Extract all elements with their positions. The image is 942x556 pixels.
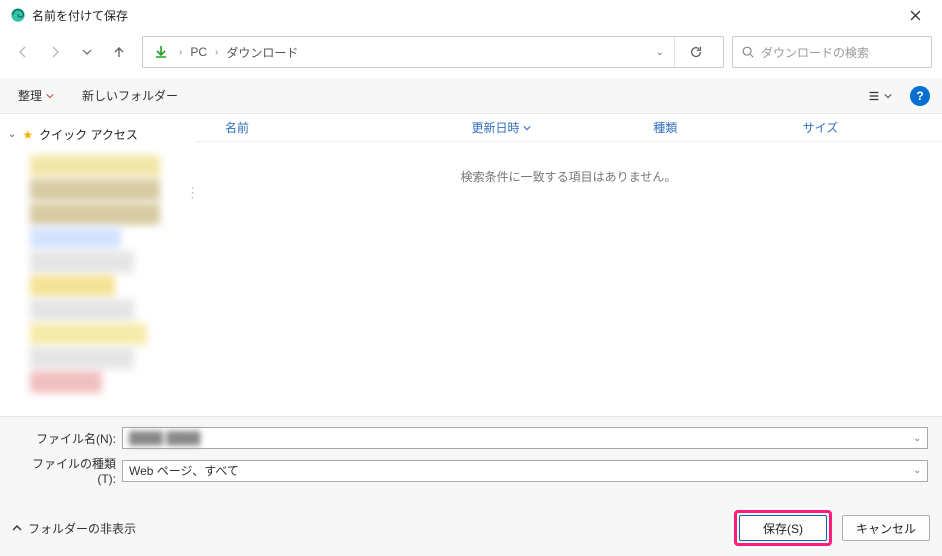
sidebar-item[interactable] xyxy=(30,371,102,393)
breadcrumb-root[interactable]: PC xyxy=(186,43,211,61)
forward-button[interactable] xyxy=(40,38,70,66)
column-date-label: 更新日時 xyxy=(471,119,519,136)
refresh-button[interactable] xyxy=(674,37,717,67)
organize-label: 整理 xyxy=(18,87,42,104)
filename-label: ファイル名(N): xyxy=(14,430,122,447)
view-options-button[interactable] xyxy=(861,85,898,107)
address-bar[interactable]: › PC › ダウンロード ⌄ xyxy=(142,36,724,68)
sidebar-item[interactable] xyxy=(30,179,160,201)
save-button[interactable]: 保存(S) xyxy=(739,515,827,541)
breadcrumb-folder[interactable]: ダウンロード xyxy=(222,42,302,63)
footer: フォルダーの非表示 保存(S) キャンセル xyxy=(0,500,942,556)
breadcrumb-sep: › xyxy=(175,47,186,58)
hide-folders-label: フォルダーの非表示 xyxy=(28,520,136,537)
toolbar: 整理 新しいフォルダー ? xyxy=(0,78,942,114)
chevron-down-icon xyxy=(46,92,54,100)
up-button[interactable] xyxy=(104,38,134,66)
chevron-down-icon[interactable]: ⌄ xyxy=(913,433,921,444)
list-view-icon xyxy=(867,89,881,103)
close-button[interactable] xyxy=(892,0,938,30)
chevron-down-icon: ⌄ xyxy=(8,129,16,140)
save-button-label: 保存(S) xyxy=(763,520,803,537)
file-list-area: 名前 更新日時 種類 サイズ 検索条件に一致する項目はありません。 xyxy=(195,114,942,416)
save-button-highlight: 保存(S) xyxy=(734,510,832,546)
downloads-icon xyxy=(153,44,169,60)
filetype-select[interactable]: Web ページ、すべて ⌄ xyxy=(122,460,928,482)
hide-folders-toggle[interactable]: フォルダーの非表示 xyxy=(12,520,136,537)
sidebar-item[interactable] xyxy=(30,155,160,177)
sidebar: ⌄ ★ クイック アクセス xyxy=(0,114,190,416)
star-icon: ★ xyxy=(22,128,33,142)
search-icon xyxy=(741,45,755,59)
search-placeholder: ダウンロードの検索 xyxy=(761,44,869,61)
column-headers: 名前 更新日時 種類 サイズ xyxy=(195,114,942,142)
new-folder-label: 新しいフォルダー xyxy=(82,87,178,104)
titlebar: 名前を付けて保存 xyxy=(0,0,942,30)
column-name[interactable]: 名前 xyxy=(195,119,461,136)
sidebar-item[interactable] xyxy=(30,203,160,225)
quick-access-item[interactable]: ⌄ ★ クイック アクセス xyxy=(0,122,190,147)
edge-icon xyxy=(10,7,26,23)
sidebar-item[interactable] xyxy=(30,227,121,249)
bottom-panel: ファイル名(N): ████ ████ ⌄ ファイルの種類(T): Web ペー… xyxy=(0,416,942,500)
filename-input[interactable]: ████ ████ ⌄ xyxy=(122,427,928,449)
chevron-down-icon xyxy=(884,92,892,100)
sidebar-item[interactable] xyxy=(30,275,115,297)
column-date[interactable]: 更新日時 xyxy=(461,119,643,136)
empty-message: 検索条件に一致する項目はありません。 xyxy=(195,168,942,185)
quick-access-label: クイック アクセス xyxy=(39,126,138,143)
sidebar-item[interactable] xyxy=(30,299,134,321)
sort-desc-icon xyxy=(523,124,531,132)
column-type[interactable]: 種類 xyxy=(643,119,792,136)
nav-row: › PC › ダウンロード ⌄ ダウンロードの検索 xyxy=(0,30,942,78)
filetype-label: ファイルの種類(T): xyxy=(14,455,122,486)
organize-menu[interactable]: 整理 xyxy=(12,83,60,108)
back-button[interactable] xyxy=(8,38,38,66)
breadcrumb-sep: › xyxy=(211,47,222,58)
filetype-value: Web ページ、すべて xyxy=(129,462,239,479)
recent-locations-button[interactable] xyxy=(72,38,102,66)
cancel-button-label: キャンセル xyxy=(856,520,916,537)
address-dropdown[interactable]: ⌄ xyxy=(646,47,674,58)
cancel-button[interactable]: キャンセル xyxy=(842,515,930,541)
chevron-down-icon[interactable]: ⌄ xyxy=(913,465,921,476)
sidebar-pinned-list xyxy=(30,155,160,393)
help-button[interactable]: ? xyxy=(910,86,930,106)
window-title: 名前を付けて保存 xyxy=(32,7,892,24)
search-input[interactable]: ダウンロードの検索 xyxy=(732,36,932,68)
sidebar-item[interactable] xyxy=(30,347,134,369)
sidebar-item[interactable] xyxy=(30,251,134,273)
column-size[interactable]: サイズ xyxy=(793,119,942,136)
new-folder-button[interactable]: 新しいフォルダー xyxy=(76,83,184,108)
main-area: ⌄ ★ クイック アクセス 名前 更新日時 種類 サイズ xyxy=(0,114,942,416)
filename-value: ████ ████ xyxy=(129,431,200,445)
sidebar-item[interactable] xyxy=(30,323,147,345)
